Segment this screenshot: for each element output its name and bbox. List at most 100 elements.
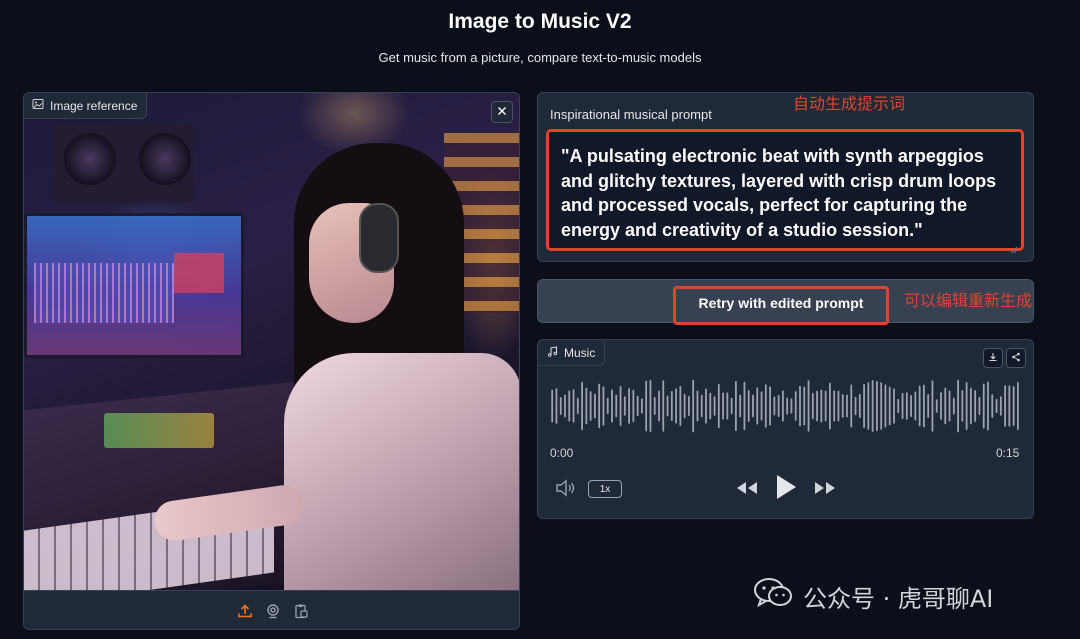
waveform-bar bbox=[816, 390, 818, 422]
waveform-bar bbox=[576, 397, 579, 415]
waveform-bar bbox=[880, 382, 883, 430]
share-button[interactable] bbox=[1006, 348, 1026, 368]
waveform-bar bbox=[1008, 385, 1011, 427]
duration-time: 0:15 bbox=[996, 446, 1020, 460]
music-player-panel: Music 0:00 0:15 1x bbox=[537, 339, 1034, 519]
reference-image[interactable] bbox=[24, 93, 519, 611]
waveform-bar bbox=[709, 392, 712, 420]
webcam-icon[interactable] bbox=[264, 602, 282, 620]
wechat-icon bbox=[753, 576, 795, 616]
resize-grip-icon[interactable] bbox=[1009, 236, 1018, 254]
waveform-bar bbox=[841, 394, 844, 418]
waveform-bar bbox=[931, 380, 934, 432]
waveform-bar bbox=[692, 379, 695, 433]
waveform-bar bbox=[619, 385, 622, 427]
waveform-bar bbox=[867, 382, 870, 430]
music-label: Music bbox=[538, 340, 606, 366]
waveform-bar bbox=[594, 393, 596, 419]
rewind-button[interactable] bbox=[734, 478, 760, 502]
waveform-bar bbox=[598, 383, 601, 429]
waveform-bar bbox=[824, 390, 827, 422]
waveform-bar bbox=[585, 387, 588, 425]
waveform-bar bbox=[829, 382, 831, 430]
waveform-bar bbox=[1004, 385, 1006, 427]
prompt-textarea[interactable]: "A pulsating electronic beat with synth … bbox=[546, 129, 1024, 254]
waveform-bar bbox=[854, 396, 857, 416]
clipboard-paste-icon[interactable] bbox=[292, 602, 310, 620]
fast-forward-button[interactable] bbox=[812, 478, 838, 502]
download-button[interactable] bbox=[983, 348, 1003, 368]
retry-button-label[interactable]: Retry with edited prompt bbox=[673, 286, 889, 319]
waveform-bar bbox=[747, 389, 750, 423]
play-button[interactable] bbox=[772, 474, 800, 504]
waveform-bar bbox=[773, 396, 776, 416]
upload-icon[interactable] bbox=[236, 602, 254, 620]
retry-annotation: 可以编辑重新生成 bbox=[904, 291, 1033, 310]
playback-speed-button[interactable]: 1x bbox=[588, 480, 622, 498]
prompt-panel: Inspirational musical prompt "A pulsatin… bbox=[537, 92, 1034, 262]
waveform-bar bbox=[897, 398, 900, 414]
music-note-icon bbox=[547, 345, 558, 360]
waveform-bar bbox=[790, 398, 793, 414]
waveform-bar bbox=[683, 393, 686, 419]
waveform-bar bbox=[752, 394, 754, 418]
waveform-bar bbox=[952, 397, 955, 415]
waveform-bar bbox=[602, 386, 605, 426]
waveform-bar bbox=[923, 384, 925, 428]
waveform-bar bbox=[739, 394, 742, 418]
waveform-bar bbox=[858, 393, 861, 419]
volume-button[interactable] bbox=[554, 479, 578, 500]
waveform-bar bbox=[978, 396, 981, 416]
waveform-bar bbox=[995, 398, 998, 414]
audio-waveform[interactable] bbox=[550, 378, 1020, 434]
waveform-bar bbox=[811, 392, 814, 420]
waveform-bar bbox=[1017, 382, 1019, 430]
person-jacket-shape bbox=[284, 353, 519, 590]
close-image-button[interactable] bbox=[491, 101, 513, 123]
waveform-bar bbox=[918, 385, 921, 427]
waveform-bar bbox=[863, 384, 865, 428]
waveform-bar bbox=[670, 390, 673, 422]
waveform-bar bbox=[735, 380, 737, 432]
waveform-bar bbox=[743, 381, 746, 431]
waveform-bar bbox=[944, 387, 947, 425]
waveform-bar bbox=[581, 381, 583, 431]
waveform-bar bbox=[623, 396, 626, 416]
waveform-bar bbox=[833, 390, 836, 422]
waveform-bar bbox=[871, 380, 874, 432]
download-icon bbox=[988, 349, 998, 367]
waveform-bar bbox=[662, 380, 665, 432]
waveform-bar bbox=[705, 388, 707, 424]
monitor-screen-shape bbox=[34, 263, 174, 323]
waveform-bar bbox=[957, 379, 959, 433]
page-title: Image to Music V2 bbox=[448, 10, 632, 33]
waveform-bar bbox=[1012, 386, 1015, 426]
waveform-bar bbox=[927, 394, 930, 418]
waveform-bar bbox=[713, 396, 716, 416]
waveform-bar bbox=[722, 392, 724, 420]
waveform-bar bbox=[636, 395, 639, 417]
waveform-bar bbox=[905, 392, 908, 420]
waveform-bar bbox=[551, 389, 554, 423]
waveform-bar bbox=[641, 398, 643, 414]
waveform-bar bbox=[794, 391, 797, 421]
current-time: 0:00 bbox=[550, 446, 574, 460]
speaker-cone-shape bbox=[139, 133, 191, 185]
waveform-bar bbox=[666, 395, 669, 417]
waveform-bar bbox=[760, 391, 763, 421]
waveform-bar bbox=[999, 396, 1002, 416]
waveform-bar bbox=[696, 390, 699, 422]
rewind-icon bbox=[735, 480, 759, 501]
waveform-bar bbox=[820, 389, 823, 423]
watermark-text: 公众号 · 虎哥聊AI bbox=[803, 584, 994, 613]
headphones-shape bbox=[359, 203, 399, 273]
waveform-bar bbox=[888, 386, 891, 426]
waveform-bar bbox=[987, 381, 989, 431]
waveform-bar bbox=[555, 388, 558, 424]
waveform-bar bbox=[961, 390, 964, 422]
close-icon bbox=[497, 103, 507, 121]
waveform-bar bbox=[730, 397, 733, 415]
waveform-bar bbox=[837, 390, 840, 422]
waveform-bar bbox=[991, 394, 994, 418]
waveform-bar bbox=[611, 389, 613, 423]
